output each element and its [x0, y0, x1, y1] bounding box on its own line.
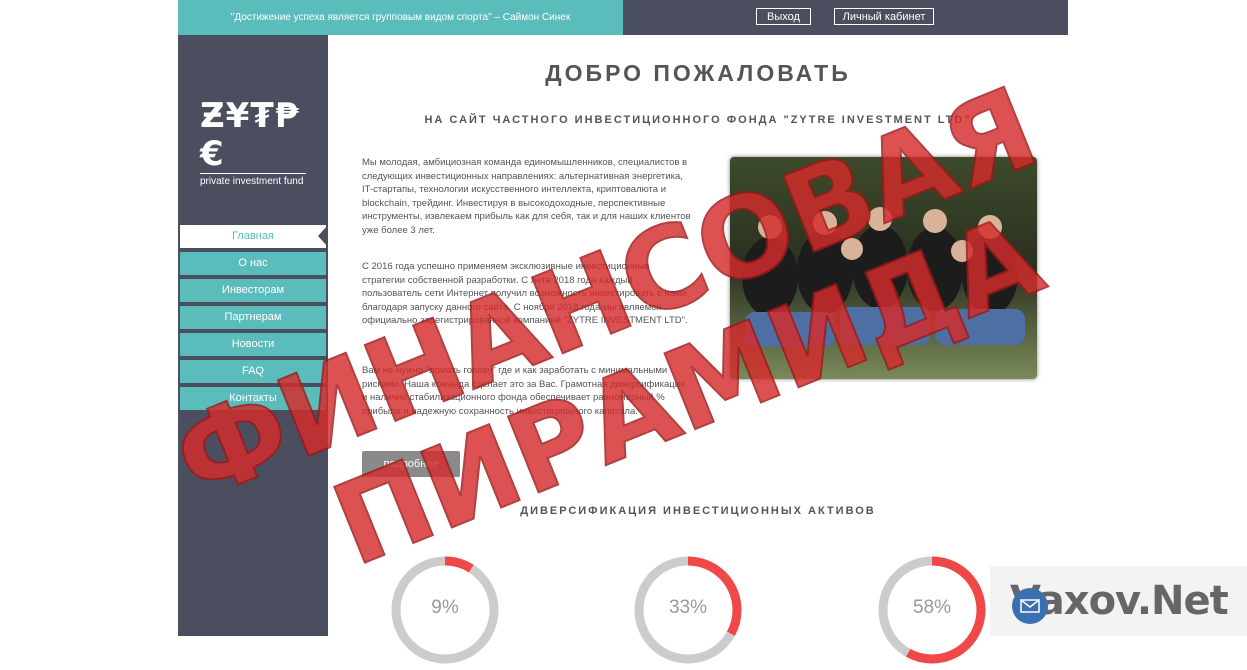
- ring-value-label: 58%: [912, 597, 952, 618]
- sidebar-item-news[interactable]: Новости: [180, 333, 326, 356]
- sidebar-nav: Главная О нас Инвесторам Партнерам Новос…: [180, 225, 328, 414]
- asset-ring-1: 9%: [390, 555, 500, 665]
- sidebar-item-label: Контакты: [229, 392, 277, 404]
- ring-value-label: 33%: [668, 597, 708, 618]
- logo-subtitle: private investment fund: [200, 173, 306, 187]
- team-photo: [730, 157, 1037, 379]
- sidebar: Ƶ¥₮₱€ private investment fund Главная О …: [178, 35, 328, 636]
- ring-value-label: 9%: [431, 597, 459, 618]
- asset-ring-2: 33%: [633, 555, 743, 665]
- sidebar-item-label: FAQ: [241, 365, 264, 377]
- sidebar-item-investors[interactable]: Инвесторам: [180, 279, 326, 302]
- active-arrow-icon: [318, 225, 328, 247]
- sidebar-item-contacts[interactable]: Контакты: [180, 387, 326, 410]
- quote-text: "Достижение успеха является групповым ви…: [230, 12, 571, 23]
- more-button[interactable]: подробнее: [362, 451, 460, 477]
- logo-mark: Ƶ¥₮₱€: [200, 96, 300, 174]
- sidebar-item-label: О нас: [238, 257, 268, 269]
- sidebar-item-label: Новости: [231, 338, 275, 350]
- mail-icon[interactable]: [1012, 588, 1048, 624]
- sidebar-item-home[interactable]: Главная: [180, 225, 328, 248]
- sidebar-item-faq[interactable]: FAQ: [180, 360, 326, 383]
- asset-ring-3: 58%: [877, 555, 987, 665]
- page-title: ДОБРО ПОЖАЛОВАТЬ: [545, 60, 851, 86]
- sidebar-item-about[interactable]: О нас: [180, 252, 326, 275]
- zytre-logo[interactable]: Ƶ¥₮₱€ private investment fund: [200, 97, 310, 187]
- logout-button[interactable]: Выход: [756, 8, 811, 25]
- sidebar-item-partners[interactable]: Партнерам: [180, 306, 326, 329]
- page-subtitle: НА САЙТ ЧАСТНОГО ИНВЕСТИЦИОННОГО ФОНДА "…: [424, 114, 972, 126]
- site-watermark: Vaxov.Net: [990, 566, 1247, 636]
- intro-paragraph-1: Мы молодая, амбициозная команда единомыш…: [362, 157, 691, 236]
- sidebar-item-label: Партнерам: [224, 311, 282, 323]
- intro-paragraph-3: Вам не нужно "ломать голову" где и как з…: [362, 365, 686, 417]
- intro-paragraph-2: С 2016 года успешно применяем эксклюзивн…: [362, 261, 690, 326]
- sidebar-item-label: Главная: [232, 230, 274, 242]
- sidebar-item-label: Инвесторам: [221, 284, 285, 296]
- cabinet-button[interactable]: Личный кабинет: [834, 8, 934, 25]
- top-account-bar: Выход Личный кабинет: [623, 0, 1068, 35]
- top-quote-bar: "Достижение успеха является групповым ви…: [178, 0, 623, 35]
- diversification-title: ДИВЕРСИФИКАЦИЯ ИНВЕСТИЦИОННЫХ АКТИВОВ: [520, 505, 876, 517]
